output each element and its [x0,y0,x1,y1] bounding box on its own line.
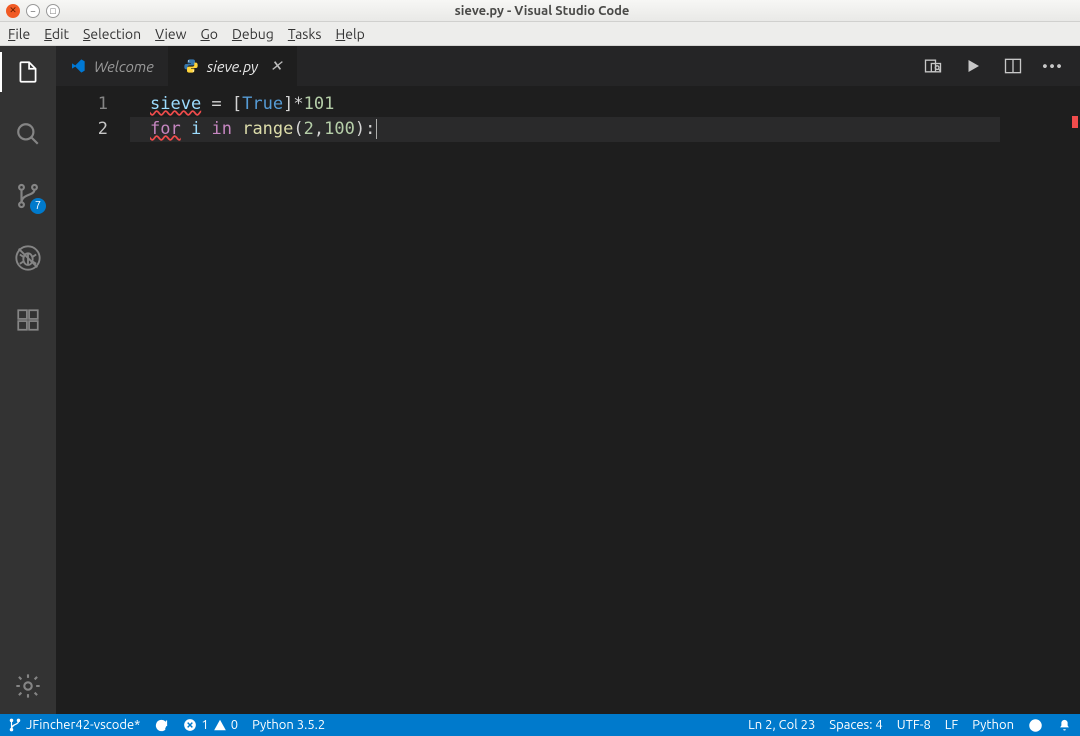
activity-source-control[interactable]: 7 [0,176,56,216]
run-button[interactable] [962,55,984,77]
menu-tasks[interactable]: Tasks [288,26,322,42]
tab-active[interactable]: sieve.py ✕ [169,46,298,86]
status-problems[interactable]: 1 0 [183,718,238,732]
line-number-gutter: 1 2 [56,86,130,714]
vscode-app: 7 Welcome [0,46,1080,736]
os-titlebar: ✕ – □ sieve.py - Visual Studio Code [0,0,1080,22]
status-feedback[interactable] [1028,718,1043,733]
files-icon [15,59,41,85]
sync-icon [154,718,169,733]
warning-icon [213,718,227,732]
activity-bar: 7 [0,46,56,714]
editor-pane[interactable]: 1 2 sieve = [True]*101 for i in range(2,… [56,86,1080,714]
menu-debug[interactable]: Debug [232,26,274,42]
search-icon [15,121,41,147]
tab-active-label: sieve.py [207,58,258,75]
branch-icon [8,718,22,732]
split-editor-button[interactable] [1002,55,1024,77]
split-icon [1003,56,1023,76]
activity-explorer[interactable] [0,52,56,92]
status-git-branch[interactable]: JFincher42-vscode* [8,718,140,732]
bell-icon [1057,718,1072,733]
code-area[interactable]: sieve = [True]*101 for i in range(2,100)… [130,86,1000,714]
status-bar: JFincher42-vscode* 1 0 Python 3.5.2 Ln 2… [0,714,1080,736]
window-minimize-button[interactable]: – [26,4,40,18]
activity-search[interactable] [0,114,56,154]
tab-welcome-label: Welcome [94,58,154,75]
status-cursor-position[interactable]: Ln 2, Col 23 [748,718,815,732]
gear-icon [14,672,42,700]
editor-actions: ••• [906,46,1080,86]
menu-edit[interactable]: Edit [44,26,69,42]
menu-view[interactable]: View [155,26,186,42]
editor-region: Welcome sieve.py ✕ [56,46,1080,714]
vscode-icon [70,58,86,74]
window-maximize-button[interactable]: □ [46,4,60,18]
minimap-error-marker [1072,116,1078,128]
status-sync[interactable] [154,718,169,733]
open-preview-icon [923,56,943,76]
menu-selection[interactable]: Selection [83,26,141,42]
close-icon[interactable]: ✕ [270,57,283,75]
play-icon [964,57,982,75]
line-number: 1 [56,92,130,117]
code-line-2: for i in range(2,100): [130,117,1000,142]
status-indentation[interactable]: Spaces: 4 [829,718,882,732]
error-icon [183,718,197,732]
activity-extensions[interactable] [0,300,56,340]
more-actions-button[interactable]: ••• [1042,55,1064,77]
line-number: 2 [56,117,130,142]
menu-go[interactable]: Go [200,26,218,42]
open-preview-button[interactable] [922,55,944,77]
scm-badge: 7 [30,198,46,214]
no-bug-icon [14,244,42,272]
menu-file[interactable]: File [8,26,30,42]
window-close-button[interactable]: ✕ [6,4,20,18]
activity-debug[interactable] [0,238,56,278]
smiley-icon [1028,718,1043,733]
status-python-version[interactable]: Python 3.5.2 [252,718,325,732]
status-encoding[interactable]: UTF-8 [897,718,931,732]
tab-welcome[interactable]: Welcome [56,46,169,86]
menu-bar: File Edit Selection View Go Debug Tasks … [0,22,1080,46]
window-title: sieve.py - Visual Studio Code [66,4,1018,18]
status-language-mode[interactable]: Python [972,718,1014,732]
tab-bar: Welcome sieve.py ✕ [56,46,1080,86]
status-notifications[interactable] [1057,718,1072,733]
code-line-1: sieve = [True]*101 [130,92,1000,117]
minimap[interactable] [1000,86,1080,714]
activity-settings[interactable] [0,666,56,706]
python-icon [183,58,199,74]
ellipsis-icon: ••• [1042,58,1063,74]
extensions-icon [15,307,41,333]
status-eol[interactable]: LF [945,718,958,732]
text-cursor [376,119,377,139]
menu-help[interactable]: Help [335,26,364,42]
